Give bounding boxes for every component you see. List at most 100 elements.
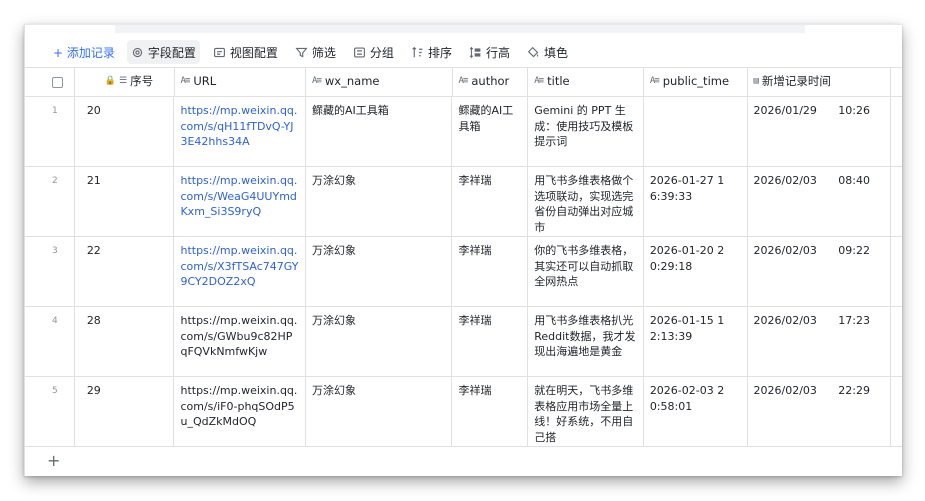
table-row[interactable]: 2 21 https://mp.weixin.qq.com/s/WeaG4UUY… xyxy=(25,167,902,237)
url-value[interactable]: https://mp.weixin.qq.com/s/iF0-phqSOdP5u… xyxy=(180,384,297,428)
header-public-time-label: public_time xyxy=(662,74,730,89)
text-field-icon: A≡ xyxy=(534,76,544,87)
row-number: 1 xyxy=(52,106,58,116)
gear-icon xyxy=(131,46,144,59)
header-title[interactable]: A≡ title xyxy=(528,68,644,96)
row-number-cell[interactable]: 4 xyxy=(25,307,75,376)
group-label: 分组 xyxy=(369,45,394,60)
public-time-cell[interactable] xyxy=(644,97,748,166)
new-time-cell[interactable]: 2026/02/03 22:29 xyxy=(748,377,891,446)
header-url[interactable]: A≡ URL xyxy=(175,68,307,96)
table-row[interactable]: 3 22 https://mp.weixin.qq.com/s/X3fTSAc7… xyxy=(25,237,902,307)
new-time-cell[interactable]: 2026/02/03 09:22 xyxy=(748,237,891,306)
table-row[interactable]: 1 20 https://mp.weixin.qq.com/s/qH11fTDv… xyxy=(25,97,902,167)
public-time-cell[interactable]: 2026-01-15 12:13:39 xyxy=(644,307,748,376)
field-config-button[interactable]: 字段配置 xyxy=(126,40,200,64)
select-all-checkbox[interactable] xyxy=(52,76,63,88)
row-number-cell[interactable]: 5 xyxy=(25,377,75,446)
public-time-value: 2026-02-03 20:58:01 xyxy=(649,384,725,413)
new-time-cell[interactable]: 2026/01/29 10:26 xyxy=(748,97,891,166)
row-height-icon xyxy=(469,46,482,59)
new-time-cell[interactable]: 2026/02/03 17:23 xyxy=(748,307,891,376)
url-value[interactable]: https://mp.weixin.qq.com/s/WeaG4UUYmdKxm… xyxy=(180,174,297,218)
seq-cell[interactable]: 21 xyxy=(75,167,175,236)
url-value[interactable]: https://mp.weixin.qq.com/s/qH11fTDvQ-YJ3… xyxy=(180,104,297,148)
row-number-cell[interactable]: 2 xyxy=(25,167,75,236)
seq-cell[interactable]: 28 xyxy=(75,307,175,376)
public-time-cell[interactable]: 2026-01-27 16:39:33 xyxy=(644,167,748,236)
toolbar: + 添加记录 字段配置 视图配置 筛选 分组 排序 行高 填色 xyxy=(25,39,902,65)
wx-name-cell[interactable]: 万涂幻象 xyxy=(306,377,453,446)
fill-color-button[interactable]: 填色 xyxy=(523,40,572,64)
header-author[interactable]: A≡ author xyxy=(453,68,529,96)
author-cell[interactable]: 鳏藏的AI工具箱 xyxy=(452,97,529,166)
header-public-time[interactable]: A≡ public_time xyxy=(644,68,748,96)
new-date-value: 2026/02/03 xyxy=(753,244,817,257)
header-wx-name-label: wx_name xyxy=(324,74,380,89)
url-value[interactable]: https://mp.weixin.qq.com/s/X3fTSAc747GY9… xyxy=(180,244,298,288)
view-config-button[interactable]: 视图配置 xyxy=(209,40,282,64)
header-author-label: author xyxy=(471,74,510,89)
group-button[interactable]: 分组 xyxy=(349,40,398,64)
row-number-cell[interactable]: 1 xyxy=(25,97,75,166)
new-clock-value: 09:22 xyxy=(838,244,870,257)
text-field-icon: A≡ xyxy=(312,76,322,87)
header-select-all[interactable] xyxy=(25,68,75,96)
url-cell[interactable]: https://mp.weixin.qq.com/s/iF0-phqSOdP5u… xyxy=(174,377,306,446)
text-field-icon: A≡ xyxy=(180,76,191,87)
sort-button[interactable]: 排序 xyxy=(407,40,456,64)
public-time-value: 2026-01-27 16:39:33 xyxy=(649,174,725,203)
url-cell[interactable]: https://mp.weixin.qq.com/s/qH11fTDvQ-YJ3… xyxy=(174,97,306,166)
author-cell[interactable]: 李祥瑞 xyxy=(452,377,529,446)
seq-cell[interactable]: 29 xyxy=(75,377,175,446)
row-number-cell[interactable]: 3 xyxy=(25,237,75,306)
public-time-cell[interactable]: 2026-01-20 20:29:18 xyxy=(644,237,748,306)
add-row-button[interactable]: + xyxy=(25,447,902,473)
filter-button[interactable]: 筛选 xyxy=(291,40,340,64)
add-record-button[interactable]: + 添加记录 xyxy=(49,40,119,64)
author-value: 李祥瑞 xyxy=(458,384,492,397)
title-cell[interactable]: 用飞书多维表格扒光Reddit数据，我才发现出海遍地是黄金 xyxy=(528,307,644,376)
url-cell[interactable]: https://mp.weixin.qq.com/s/GWbu9c82HPqFQ… xyxy=(174,307,306,376)
title-cell[interactable]: Gemini 的 PPT 生成：使用技巧及模板提示词 xyxy=(528,97,644,166)
new-time-cell[interactable]: 2026/02/03 08:40 xyxy=(748,167,891,236)
seq-cell[interactable]: 20 xyxy=(75,97,175,166)
header-new-time[interactable]: ▤ 新增记录时间 xyxy=(748,68,891,96)
overflow-cell xyxy=(891,377,902,446)
row-number: 5 xyxy=(52,386,58,396)
table-row[interactable]: 5 29 https://mp.weixin.qq.com/s/iF0-phqS… xyxy=(25,377,902,447)
url-value[interactable]: https://mp.weixin.qq.com/s/GWbu9c82HPqFQ… xyxy=(180,314,297,358)
public-time-cell[interactable]: 2026-02-03 20:58:01 xyxy=(644,377,748,446)
wx-name-cell[interactable]: 鳏藏的AI工具箱 xyxy=(306,97,453,166)
header-seq[interactable]: 🔒 ☰ 序号 xyxy=(75,68,175,96)
data-grid: 🔒 ☰ 序号 A≡ URL A≡ wx_name A≡ author A≡ title … xyxy=(25,67,902,473)
seq-cell[interactable]: 22 xyxy=(75,237,175,306)
author-cell[interactable]: 李祥瑞 xyxy=(452,307,529,376)
overflow-cell xyxy=(891,97,902,166)
url-cell[interactable]: https://mp.weixin.qq.com/s/WeaG4UUYmdKxm… xyxy=(174,167,306,236)
wx-name-cell[interactable]: 万涂幻象 xyxy=(306,307,453,376)
table-row[interactable]: 4 28 https://mp.weixin.qq.com/s/GWbu9c82… xyxy=(25,307,902,377)
header-title-label: title xyxy=(547,74,570,89)
title-value: 用飞书多维表格扒光Reddit数据，我才发现出海遍地是黄金 xyxy=(534,314,636,358)
row-height-button[interactable]: 行高 xyxy=(465,40,514,64)
title-cell[interactable]: 用飞书多维表格做个选项联动，实现选完省份自动弹出对应城市 xyxy=(528,167,644,236)
new-clock-value: 22:29 xyxy=(838,384,870,397)
seq-value: 29 xyxy=(86,384,101,397)
title-cell[interactable]: 就在明天，飞书多维表格应用市场全量上线！好系统，不用自己搭 xyxy=(528,377,644,446)
author-cell[interactable]: 李祥瑞 xyxy=(452,237,529,306)
wx-name-cell[interactable]: 万涂幻象 xyxy=(306,167,453,236)
wx-name-value: 万涂幻象 xyxy=(312,384,356,397)
calendar-icon: ▤ xyxy=(753,76,760,87)
title-value: 用飞书多维表格做个选项联动，实现选完省份自动弹出对应城市 xyxy=(534,174,634,234)
row-number: 4 xyxy=(52,316,58,326)
paint-bucket-icon xyxy=(527,46,540,59)
view-config-label: 视图配置 xyxy=(229,45,278,60)
author-cell[interactable]: 李祥瑞 xyxy=(452,167,529,236)
title-cell[interactable]: 你的飞书多维表格，其实还可以自动抓取全网热点 xyxy=(528,237,644,306)
group-icon xyxy=(353,46,366,59)
seq-value: 28 xyxy=(86,314,101,327)
url-cell[interactable]: https://mp.weixin.qq.com/s/X3fTSAc747GY9… xyxy=(174,237,306,306)
wx-name-cell[interactable]: 万涂幻象 xyxy=(306,237,453,306)
header-wx-name[interactable]: A≡ wx_name xyxy=(306,68,453,96)
